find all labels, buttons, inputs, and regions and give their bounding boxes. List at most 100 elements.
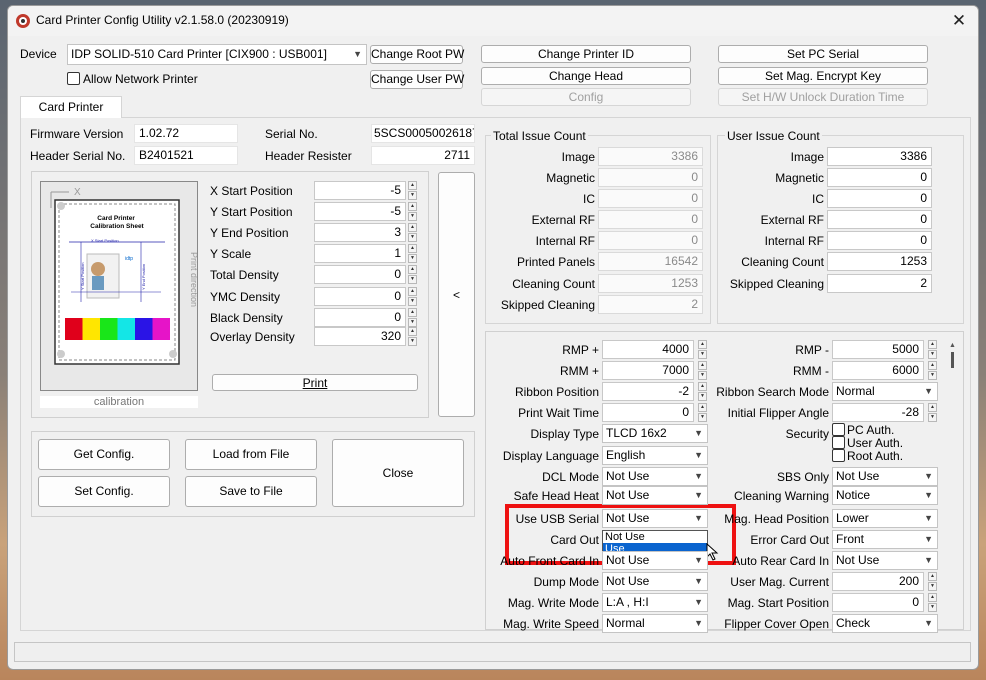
setting-spinner[interactable]: ▲ ▼: [698, 382, 707, 401]
device-select[interactable]: IDP SOLID-510 Card Printer [CIX900 : USB…: [67, 44, 367, 65]
setting-select-mag-head-position[interactable]: Lower ▼: [832, 509, 938, 528]
setting-select-display-language[interactable]: English ▼: [602, 446, 708, 465]
set-mag-encrypt-key-button[interactable]: Set Mag. Encrypt Key: [718, 67, 928, 85]
spin-up-icon[interactable]: ▲: [928, 340, 937, 349]
setting-select-sbs-only[interactable]: Not Use ▼: [832, 467, 938, 486]
collapse-button[interactable]: <: [438, 172, 475, 417]
spin-up-icon[interactable]: ▲: [408, 202, 417, 211]
spin-down-icon[interactable]: ▼: [408, 318, 417, 327]
calibration-field-input[interactable]: 320: [314, 327, 406, 346]
setting-select-dump-mode[interactable]: Not Use ▼: [602, 572, 708, 591]
scroll-thumb[interactable]: [951, 352, 954, 368]
calibration-field-spinner[interactable]: ▲ ▼: [408, 265, 417, 284]
setting-select-error-card-out[interactable]: Front ▼: [832, 530, 938, 549]
setting-select-auto-front-card-in[interactable]: Not Use ▼: [602, 551, 708, 570]
setting-spinner[interactable]: ▲ ▼: [698, 361, 707, 380]
change-head-button[interactable]: Change Head: [481, 67, 691, 85]
settings-scrollbar[interactable]: ▲: [946, 340, 960, 628]
change-printer-id-button[interactable]: Change Printer ID: [481, 45, 691, 63]
setting-select-cleaning-warning[interactable]: Notice ▼: [832, 486, 938, 505]
spin-down-icon[interactable]: ▼: [928, 350, 937, 359]
spin-up-icon[interactable]: ▲: [408, 308, 417, 317]
root-auth-checkbox[interactable]: [832, 449, 845, 462]
user-issue-value[interactable]: 0: [827, 231, 932, 250]
user-issue-value[interactable]: 0: [827, 210, 932, 229]
calibration-field-input[interactable]: 0: [314, 287, 406, 306]
setting-input-user-mag-current[interactable]: 200: [832, 572, 924, 591]
config-button[interactable]: Config: [481, 88, 691, 106]
spin-down-icon[interactable]: ▼: [408, 337, 417, 346]
setting-select-dcl-mode[interactable]: Not Use ▼: [602, 467, 708, 486]
spin-down-icon[interactable]: ▼: [408, 233, 417, 242]
spin-down-icon[interactable]: ▼: [408, 212, 417, 221]
spin-up-icon[interactable]: ▲: [698, 403, 707, 412]
set-config-button[interactable]: Set Config.: [38, 476, 170, 507]
calibration-field-input[interactable]: -5: [314, 181, 406, 200]
setting-select-use-usb-serial[interactable]: Not Use ▼: [602, 509, 708, 528]
setting-spinner[interactable]: ▲ ▼: [928, 340, 937, 359]
setting-input-initial-flipper-angle[interactable]: -28: [832, 403, 924, 422]
setting-spinner[interactable]: ▲ ▼: [928, 572, 937, 591]
user-issue-value[interactable]: 0: [827, 168, 932, 187]
calibration-field-spinner[interactable]: ▲ ▼: [408, 223, 417, 242]
calibration-field-input[interactable]: 0: [314, 265, 406, 284]
setting-input-mag-start-position[interactable]: 0: [832, 593, 924, 612]
tab-card-printer[interactable]: Card Printer: [20, 96, 122, 118]
spin-up-icon[interactable]: ▲: [408, 287, 417, 296]
spin-down-icon[interactable]: ▼: [408, 254, 417, 263]
spin-down-icon[interactable]: ▼: [698, 371, 707, 380]
user-issue-value[interactable]: 3386: [827, 147, 932, 166]
get-config-button[interactable]: Get Config.: [38, 439, 170, 470]
set-pc-serial-button[interactable]: Set PC Serial: [718, 45, 928, 63]
calibration-field-spinner[interactable]: ▲ ▼: [408, 287, 417, 306]
spin-up-icon[interactable]: ▲: [928, 403, 937, 412]
spin-up-icon[interactable]: ▲: [408, 265, 417, 274]
calibration-field-spinner[interactable]: ▲ ▼: [408, 308, 417, 327]
setting-select-display-type[interactable]: TLCD 16x2 ▼: [602, 424, 708, 443]
close-button[interactable]: Close: [332, 439, 464, 507]
user-issue-value[interactable]: 0: [827, 189, 932, 208]
pc-auth-checkbox[interactable]: [832, 423, 845, 436]
allow-network-checkbox[interactable]: [67, 72, 80, 85]
spin-up-icon[interactable]: ▲: [408, 327, 417, 336]
user-issue-value[interactable]: 1253: [827, 252, 932, 271]
calibration-field-spinner[interactable]: ▲ ▼: [408, 327, 417, 346]
spin-down-icon[interactable]: ▼: [698, 350, 707, 359]
spin-up-icon[interactable]: ▲: [928, 572, 937, 581]
spin-down-icon[interactable]: ▼: [928, 371, 937, 380]
spin-down-icon[interactable]: ▼: [698, 392, 707, 401]
save-to-file-button[interactable]: Save to File: [185, 476, 317, 507]
spin-up-icon[interactable]: ▲: [928, 361, 937, 370]
spin-up-icon[interactable]: ▲: [698, 340, 707, 349]
set-hw-unlock-button[interactable]: Set H/W Unlock Duration Time: [718, 88, 928, 106]
change-root-pw-button[interactable]: Change Root PW: [370, 45, 464, 64]
user-auth-checkbox[interactable]: [832, 436, 845, 449]
spin-down-icon[interactable]: ▼: [408, 191, 417, 200]
setting-input-rmp-minus[interactable]: 5000: [832, 340, 924, 359]
setting-spinner[interactable]: ▲ ▼: [928, 403, 937, 422]
setting-spinner[interactable]: ▲ ▼: [698, 403, 707, 422]
setting-select-auto-rear-card-in[interactable]: Not Use ▼: [832, 551, 938, 570]
spin-up-icon[interactable]: ▲: [928, 593, 937, 602]
setting-input-print-wait-time[interactable]: 0: [602, 403, 694, 422]
setting-input-rmp-plus[interactable]: 4000: [602, 340, 694, 359]
setting-input-rmm-minus[interactable]: 6000: [832, 361, 924, 380]
setting-spinner[interactable]: ▲ ▼: [698, 340, 707, 359]
spin-down-icon[interactable]: ▼: [928, 603, 937, 612]
spin-down-icon[interactable]: ▼: [408, 275, 417, 284]
spin-up-icon[interactable]: ▲: [408, 223, 417, 232]
spin-down-icon[interactable]: ▼: [408, 297, 417, 306]
setting-select-ribbon-search-mode[interactable]: Normal ▼: [832, 382, 938, 401]
print-button[interactable]: Print: [212, 374, 418, 391]
spin-up-icon[interactable]: ▲: [408, 181, 417, 190]
spin-up-icon[interactable]: ▲: [698, 361, 707, 370]
setting-input-rmm-plus[interactable]: 7000: [602, 361, 694, 380]
spin-down-icon[interactable]: ▼: [928, 413, 937, 422]
setting-select-mag-write-speed[interactable]: Normal ▼: [602, 614, 708, 633]
calibration-field-spinner[interactable]: ▲ ▼: [408, 202, 417, 221]
calibration-field-spinner[interactable]: ▲ ▼: [408, 244, 417, 263]
spin-up-icon[interactable]: ▲: [698, 382, 707, 391]
calibration-field-spinner[interactable]: ▲ ▼: [408, 181, 417, 200]
setting-select-safe-head-heat[interactable]: Not Use ▼: [602, 486, 708, 505]
load-from-file-button[interactable]: Load from File: [185, 439, 317, 470]
